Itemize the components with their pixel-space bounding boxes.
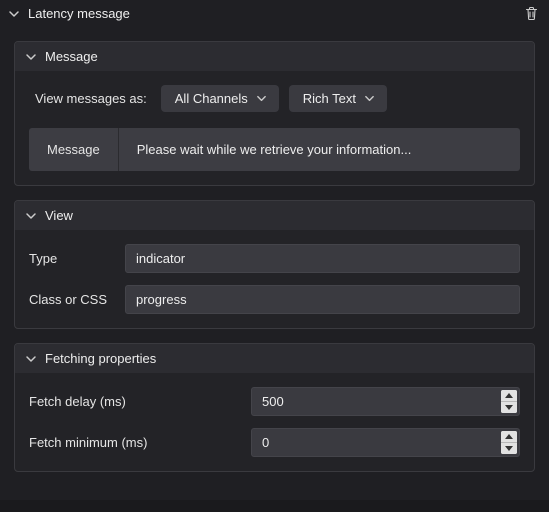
view-as-label: View messages as: bbox=[35, 91, 147, 106]
fetch-delay-label: Fetch delay (ms) bbox=[29, 394, 251, 409]
section-view-header[interactable]: View bbox=[15, 201, 534, 230]
section-view-title: View bbox=[45, 208, 73, 223]
panel-title: Latency message bbox=[28, 6, 524, 21]
channels-dropdown-value: All Channels bbox=[175, 91, 248, 106]
fetch-min-stepper bbox=[501, 431, 517, 454]
section-fetching-header[interactable]: Fetching properties bbox=[15, 344, 534, 373]
fetch-min-input[interactable] bbox=[251, 428, 520, 457]
section-view: View Type Class or CSS bbox=[14, 200, 535, 329]
trash-icon[interactable] bbox=[524, 6, 539, 21]
format-dropdown[interactable]: Rich Text bbox=[289, 85, 387, 112]
message-field-label: Message bbox=[29, 128, 119, 171]
format-dropdown-value: Rich Text bbox=[303, 91, 356, 106]
section-message-header[interactable]: Message bbox=[15, 42, 534, 71]
panel-header[interactable]: Latency message bbox=[0, 0, 549, 27]
message-field-value[interactable]: Please wait while we retrieve your infor… bbox=[119, 128, 520, 171]
fetch-delay-stepper bbox=[501, 390, 517, 413]
chevron-down-icon bbox=[25, 51, 37, 63]
fetch-delay-input[interactable] bbox=[251, 387, 520, 416]
chevron-down-icon bbox=[25, 353, 37, 365]
stepper-down-button[interactable] bbox=[501, 402, 517, 413]
section-fetching-title: Fetching properties bbox=[45, 351, 156, 366]
type-input[interactable] bbox=[125, 244, 520, 273]
stepper-up-button[interactable] bbox=[501, 431, 517, 443]
section-fetching: Fetching properties Fetch delay (ms) bbox=[14, 343, 535, 472]
section-message: Message View messages as: All Channels R… bbox=[14, 41, 535, 186]
class-label: Class or CSS bbox=[29, 292, 125, 307]
chevron-down-icon bbox=[8, 8, 20, 20]
class-input[interactable] bbox=[125, 285, 520, 314]
stepper-down-button[interactable] bbox=[501, 443, 517, 454]
stepper-up-button[interactable] bbox=[501, 390, 517, 402]
chevron-down-icon bbox=[25, 210, 37, 222]
channels-dropdown[interactable]: All Channels bbox=[161, 85, 279, 112]
message-block: Message Please wait while we retrieve yo… bbox=[29, 128, 520, 171]
chevron-down-icon bbox=[256, 93, 267, 104]
chevron-down-icon bbox=[364, 93, 375, 104]
section-message-title: Message bbox=[45, 49, 98, 64]
type-label: Type bbox=[29, 251, 125, 266]
fetch-min-label: Fetch minimum (ms) bbox=[29, 435, 251, 450]
